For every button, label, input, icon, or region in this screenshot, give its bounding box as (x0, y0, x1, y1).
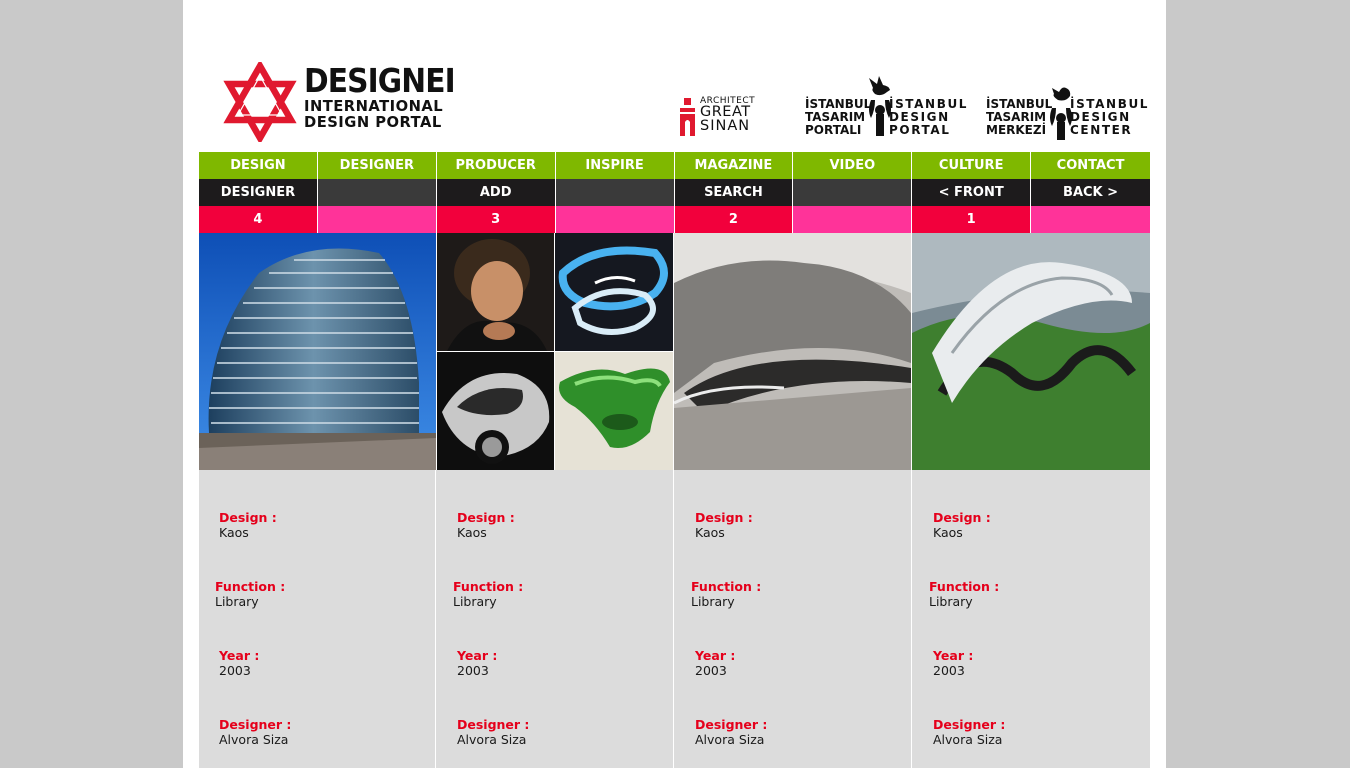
page-2-link[interactable]: 2 (674, 206, 793, 233)
design-label: Design : (933, 510, 991, 525)
designer-portrait-image[interactable] (437, 233, 554, 351)
nav-video[interactable]: VIDEO (793, 152, 912, 179)
subnav-empty (317, 179, 436, 206)
masterplan-aerial-image[interactable] (912, 233, 1150, 470)
page: DESIGNEI INTERNATIONAL DESIGN PORTAL ARC… (183, 0, 1166, 768)
main-nav: DESIGN DESIGNER PRODUCER INSPIRE MAGAZIN… (199, 152, 1150, 179)
year-value: 2003 (219, 663, 251, 678)
function-value: Library (691, 594, 735, 609)
year-label: Year : (219, 648, 260, 663)
nav-producer[interactable]: PRODUCER (436, 152, 555, 179)
detail-column: Design : Kaos Function : Library Year : … (437, 470, 674, 768)
page-spacer (793, 206, 912, 233)
year-label: Year : (933, 648, 974, 663)
year-value: 2003 (933, 663, 965, 678)
designer-label: Designer : (695, 717, 768, 732)
nav-inspire[interactable]: INSPIRE (555, 152, 674, 179)
designer-value[interactable]: Alvora Siza (219, 732, 288, 747)
green-sculpture-image[interactable] (555, 352, 673, 470)
subnav-empty (555, 179, 674, 206)
function-label: Function : (453, 579, 524, 594)
center-left-text: İSTANBUL TASARIM MERKEZİ (986, 97, 1053, 137)
logo-line2: DESIGN PORTAL (304, 113, 442, 131)
concert-hall-image[interactable] (674, 233, 911, 470)
function-value: Library (929, 594, 973, 609)
portal-right-text: İSTANBUL DESIGN PORTAL (889, 97, 969, 137)
design-value: Kaos (933, 525, 963, 540)
page-1-link[interactable]: 1 (912, 206, 1031, 233)
design-label: Design : (219, 510, 277, 525)
page-nav: 4 3 2 1 (199, 206, 1150, 233)
istanbul-design-center-logo[interactable]: İSTANBUL TASARIM MERKEZİ İSTANBUL DESIGN… (986, 70, 1147, 140)
city-hall-image[interactable] (199, 233, 436, 470)
subnav-add[interactable]: ADD (436, 179, 555, 206)
nav-culture[interactable]: CULTURE (912, 152, 1031, 179)
design-images (199, 233, 1150, 470)
designer-label: Designer : (457, 717, 530, 732)
detail-column: Design : Kaos Function : Library Year : … (199, 470, 436, 768)
function-value: Library (453, 594, 497, 609)
car-concept-image[interactable] (437, 352, 554, 470)
subnav-front[interactable]: < FRONT (912, 179, 1031, 206)
detail-column: Design : Kaos Function : Library Year : … (913, 470, 1150, 768)
ribbon-sculpture-image[interactable] (555, 233, 673, 351)
designer-value[interactable]: Alvora Siza (933, 732, 1002, 747)
designer-label: Designer : (219, 717, 292, 732)
function-value: Library (215, 594, 259, 609)
year-value: 2003 (695, 663, 727, 678)
year-label: Year : (695, 648, 736, 663)
page-4-link[interactable]: 4 (199, 206, 317, 233)
center-right-text: İSTANBUL DESIGN CENTER (1070, 97, 1150, 137)
nav-designer[interactable]: DESIGNER (317, 152, 436, 179)
page-3-link[interactable]: 3 (436, 206, 555, 233)
sinan-name: SINAN (700, 118, 751, 134)
design-label: Design : (457, 510, 515, 525)
page-spacer (1031, 206, 1150, 233)
page-spacer (555, 206, 674, 233)
design-value: Kaos (695, 525, 725, 540)
design-label: Design : (695, 510, 753, 525)
logo-title: DESIGNEI (304, 61, 456, 100)
portal-left-text: İSTANBUL TASARIM PORTALI (805, 97, 872, 137)
sinan-mark-icon (680, 98, 695, 136)
design-value: Kaos (219, 525, 249, 540)
designer-label: Designer : (933, 717, 1006, 732)
design-value: Kaos (457, 525, 487, 540)
subnav-back[interactable]: BACK > (1031, 179, 1150, 206)
function-label: Function : (215, 579, 286, 594)
detail-column: Design : Kaos Function : Library Year : … (675, 470, 912, 768)
year-label: Year : (457, 648, 498, 663)
year-value: 2003 (457, 663, 489, 678)
subnav-empty (793, 179, 912, 206)
function-label: Function : (691, 579, 762, 594)
nav-design[interactable]: DESIGN (199, 152, 317, 179)
designer-value[interactable]: Alvora Siza (457, 732, 526, 747)
navigation-grid: DESIGN DESIGNER PRODUCER INSPIRE MAGAZIN… (199, 152, 1150, 233)
great-sinan-logo[interactable]: ARCHITECT GREAT SINAN (680, 96, 770, 140)
function-label: Function : (929, 579, 1000, 594)
nav-contact[interactable]: CONTACT (1031, 152, 1150, 179)
logo-line1: INTERNATIONAL (304, 97, 444, 115)
subnav-designer[interactable]: DESIGNER (199, 179, 317, 206)
page-spacer (317, 206, 436, 233)
istanbul-design-portal-logo[interactable]: İSTANBUL TASARIM PORTALI İSTANBUL DESIGN… (805, 70, 966, 140)
nav-magazine[interactable]: MAGAZINE (674, 152, 793, 179)
star-logo-icon (223, 62, 297, 142)
designei-logo[interactable]: DESIGNEI INTERNATIONAL DESIGN PORTAL (220, 62, 465, 142)
subnav-search[interactable]: SEARCH (674, 179, 793, 206)
sub-nav: DESIGNER ADD SEARCH < FRONT BACK > (199, 179, 1150, 206)
design-details: Design : Kaos Function : Library Year : … (199, 470, 1150, 768)
designer-value[interactable]: Alvora Siza (695, 732, 764, 747)
